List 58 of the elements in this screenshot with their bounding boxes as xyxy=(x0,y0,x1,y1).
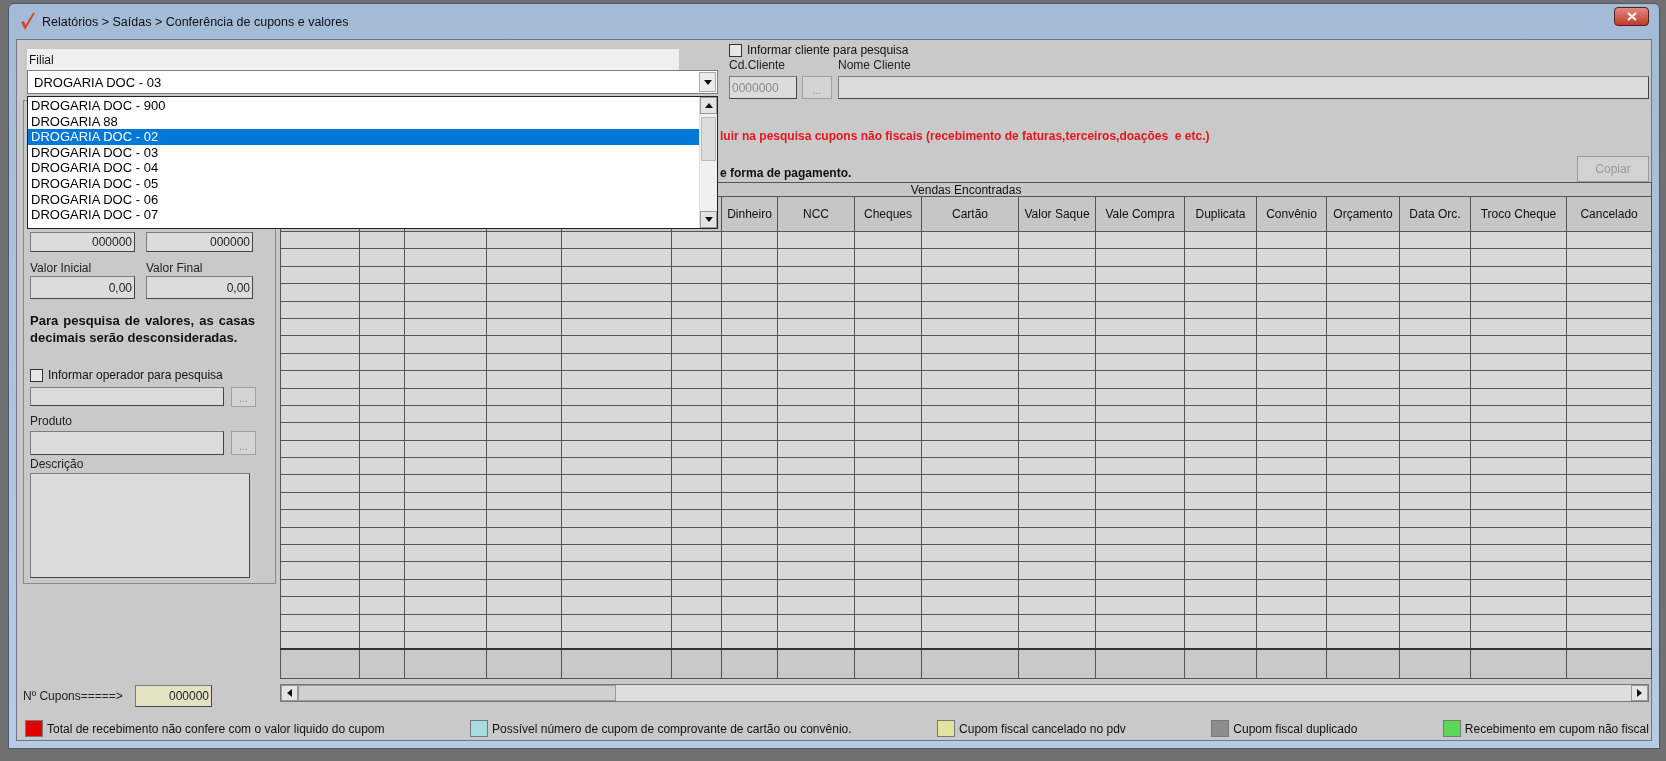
scroll-down-icon xyxy=(704,217,713,222)
input-field[interactable]: 000000 xyxy=(30,232,135,252)
dropdown-option[interactable]: DROGARIA DOC - 04 xyxy=(28,160,699,176)
column-header[interactable]: Valor Saque xyxy=(1018,196,1096,232)
column-header[interactable]: Cancelado xyxy=(1566,196,1652,232)
column-header[interactable]: Vale Compra xyxy=(1095,196,1185,232)
column-header[interactable]: Dinheiro xyxy=(721,196,778,232)
dropdown-option[interactable]: DROGARIA DOC - 02 xyxy=(28,129,699,145)
input-field[interactable] xyxy=(30,431,224,455)
dropdown-option[interactable]: DROGARIA DOC - 900 xyxy=(28,98,699,114)
branch-dropdown[interactable]: DROGARIA DOC - 03 xyxy=(27,70,718,94)
field-label: Valor Inicial xyxy=(30,261,93,275)
legend-label: Cupom fiscal cancelado no pdv xyxy=(959,721,1126,736)
field-label: Valor Final xyxy=(146,261,203,275)
window-title: Relatórios > Saídas > Conferência de cupons e valores xyxy=(42,14,350,29)
customer-name-field[interactable] xyxy=(838,76,1649,99)
dropdown-option[interactable]: DROGARIA 88 xyxy=(28,113,699,130)
dropdown-arrow-icon xyxy=(703,79,712,85)
scroll-right-icon xyxy=(1637,689,1642,698)
field-label: Nº Cupons=====> xyxy=(23,689,124,703)
info-note: Para pesquisa de valores, as casas decimais serão desconsideradas. xyxy=(30,312,255,346)
legend-label: Possível número de cupom de comprovante de cartão ou convênio. xyxy=(492,721,852,736)
dropdown-option[interactable]: DROGARIA DOC - 03 xyxy=(28,144,699,161)
column-header[interactable]: Cartão xyxy=(921,196,1019,232)
column-header[interactable]: Orçamento xyxy=(1326,196,1400,232)
count-field: 000000 xyxy=(135,685,212,707)
input-field[interactable]: 0,00 xyxy=(30,276,135,299)
input-field[interactable]: 0,00 xyxy=(146,276,253,299)
column-header[interactable]: Duplicata xyxy=(1184,196,1257,232)
column-header[interactable]: Data Orc. xyxy=(1399,196,1471,232)
field-label: Nome Cliente xyxy=(838,58,911,72)
column-header[interactable]: Convênio xyxy=(1256,196,1327,232)
payment-note: e forma de pagamento. xyxy=(720,166,852,180)
legend-label: Total de recebimento não confere com o valor liquido do cupom xyxy=(47,721,385,736)
legend-label: Recebimento em cupom não fiscal xyxy=(1464,721,1649,736)
field-label: Descrição xyxy=(30,457,85,471)
dropdown-option[interactable]: DROGARIA DOC - 07 xyxy=(28,207,699,223)
close-button[interactable] xyxy=(1614,7,1649,26)
field-label: Produto xyxy=(30,414,74,428)
checkbox-label: Informar cliente para pesquisa xyxy=(747,43,909,57)
input-field[interactable]: 000000 xyxy=(146,232,253,252)
column-header[interactable]: Cheques xyxy=(854,196,922,232)
scroll-up-icon xyxy=(704,103,713,108)
vertical-scrollbar[interactable] xyxy=(699,97,717,228)
field-label: Filial xyxy=(27,49,679,70)
column-header[interactable]: Troco Cheque xyxy=(1470,196,1567,232)
horizontal-scrollbar[interactable] xyxy=(280,684,1649,703)
checkbox-label: Informar operador para pesquisa xyxy=(48,368,223,382)
checkbox[interactable] xyxy=(30,368,43,382)
text-area[interactable] xyxy=(30,473,250,578)
warning-text: luir na pesquisa cupons não fiscais (recebimento de faturas,terceiros,doações e etc.) xyxy=(720,129,1211,143)
field-label: Cd.Cliente xyxy=(729,58,787,72)
input-field[interactable] xyxy=(30,387,224,406)
checkmark-logo-icon xyxy=(20,11,36,32)
close-icon xyxy=(1626,12,1637,21)
legend-label: Cupom fiscal duplicado xyxy=(1233,721,1358,736)
scroll-left-icon xyxy=(287,689,292,698)
column-header[interactable]: NCC xyxy=(777,196,855,232)
